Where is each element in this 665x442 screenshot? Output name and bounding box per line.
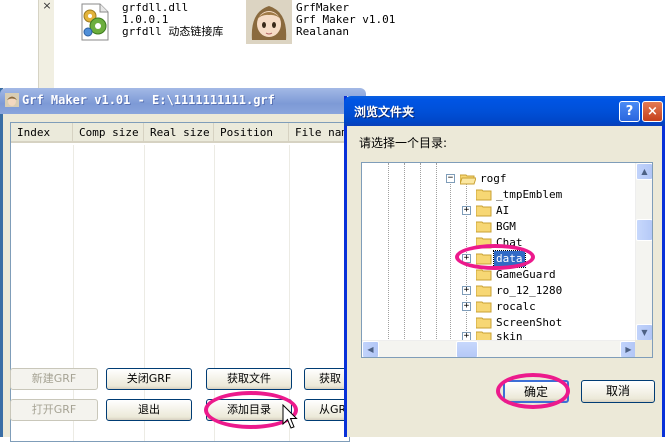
file-item-grfdll[interactable]: grfdll.dll 1.0.0.1 grfdll 动态链接库 xyxy=(76,0,246,46)
tree-expander[interactable]: − xyxy=(446,174,455,183)
file-item-grfmaker[interactable]: GrfMaker Grf Maker v1.01 Realanan xyxy=(246,0,396,46)
tree-item-ro-12-1280[interactable]: + ro_12_1280 xyxy=(462,283,632,299)
get-file-button[interactable]: 获取文件 xyxy=(206,368,292,390)
scroll-corner xyxy=(635,340,652,357)
tree-vertical-scrollbar[interactable]: ▲ ▼ xyxy=(635,163,652,341)
tree-expander[interactable]: + xyxy=(462,302,471,311)
folder-tree[interactable]: − rogf _tmpEmblem + AI BGM Chat + data G… xyxy=(361,162,653,358)
column-header-real-size[interactable]: Real size xyxy=(144,123,214,143)
folder-icon xyxy=(476,189,492,201)
tree-item-tmpemblem[interactable]: _tmpEmblem xyxy=(462,187,632,203)
folder-icon xyxy=(476,205,492,217)
folder-icon xyxy=(476,285,492,297)
file-description: Realanan xyxy=(296,25,349,38)
tree-guide-line xyxy=(388,163,389,341)
column-header-comp-size[interactable]: Comp size xyxy=(73,123,144,143)
explorer-left-pane: × xyxy=(0,0,54,92)
tree-horizontal-scrollbar[interactable]: ◀ ▶ xyxy=(362,340,637,357)
tree-item-label-selected: data xyxy=(493,250,526,268)
tree-item-label: rogf xyxy=(480,172,507,185)
folder-icon xyxy=(476,301,492,313)
tree-item-ai[interactable]: + AI xyxy=(462,203,632,219)
folder-icon xyxy=(476,221,492,233)
explorer-file-view: × grfdll.dll 1.0.0.1 grfdll 动态链接库 GrfMak… xyxy=(0,0,665,92)
tree-item-label: BGM xyxy=(496,220,516,233)
grf-file-list[interactable]: Index Comp size Real size Position File … xyxy=(10,122,350,442)
folder-icon xyxy=(476,317,492,329)
left-pane-close-icon[interactable]: × xyxy=(41,0,53,12)
tree-guide-line xyxy=(436,163,437,341)
tree-item-rogf[interactable]: − rogf xyxy=(446,171,626,187)
left-pane-scrollbar[interactable]: × xyxy=(38,0,54,92)
tree-item-label: rocalc xyxy=(496,300,536,313)
add-directory-button[interactable]: 添加目录 xyxy=(206,399,292,421)
tree-item-label: Chat xyxy=(496,236,523,249)
app-icon xyxy=(5,93,19,107)
tree-item-label: GameGuard xyxy=(496,268,556,281)
from-grf-button[interactable]: 从GR xyxy=(304,399,344,421)
anime-character-app-icon xyxy=(246,0,292,44)
column-header-file-name[interactable]: File nam xyxy=(289,123,351,143)
tree-item-bgm[interactable]: BGM xyxy=(462,219,632,235)
column-divider xyxy=(214,145,215,441)
folder-icon xyxy=(476,237,492,249)
close-button[interactable]: × xyxy=(642,101,663,122)
tree-expander[interactable]: + xyxy=(462,254,471,263)
tree-item-label: _tmpEmblem xyxy=(496,188,563,201)
new-grf-button[interactable]: 新建GRF xyxy=(10,368,98,390)
list-header: Index Comp size Real size Position File … xyxy=(11,123,349,143)
tree-guide-line xyxy=(420,163,421,341)
tree-guide-line xyxy=(404,163,405,341)
grf-window-titlebar[interactable]: Grf Maker v1.01 - E:\1111111111.grf xyxy=(0,88,366,114)
tree-item-label: ro_12_1280 xyxy=(496,284,563,297)
scroll-down-icon[interactable]: ▼ xyxy=(636,324,652,341)
dll-file-icon xyxy=(76,2,114,41)
vertical-scroll-thumb[interactable] xyxy=(636,219,652,241)
column-divider xyxy=(73,145,74,441)
open-grf-button[interactable]: 打开GRF xyxy=(10,399,98,421)
horizontal-scroll-thumb[interactable] xyxy=(456,341,478,357)
column-header-index[interactable]: Index xyxy=(11,123,73,143)
column-divider xyxy=(144,145,145,441)
dialog-titlebar[interactable]: 浏览文件夹 ? × xyxy=(344,96,665,126)
column-header-position[interactable]: Position xyxy=(214,123,289,143)
close-grf-button[interactable]: 关闭GRF xyxy=(106,368,192,390)
cancel-button[interactable]: 取消 xyxy=(581,380,655,403)
open-folder-icon xyxy=(460,174,476,185)
folder-icon xyxy=(476,269,492,281)
get-button[interactable]: 获取 xyxy=(304,368,344,390)
mouse-cursor-icon xyxy=(282,404,298,429)
dialog-prompt: 请选择一个目录: xyxy=(359,136,448,150)
browse-folder-dialog: 浏览文件夹 ? × 请选择一个目录: − rogf _tmpEmblem + A… xyxy=(344,96,665,437)
tree-item-label: AI xyxy=(496,204,510,217)
file-description: grfdll 动态链接库 xyxy=(122,25,224,38)
help-button[interactable]: ? xyxy=(619,101,640,122)
folder-icon xyxy=(476,253,492,265)
exit-button[interactable]: 退出 xyxy=(106,399,192,421)
tree-item-rocalc[interactable]: + rocalc xyxy=(462,299,632,315)
tree-expander[interactable]: + xyxy=(462,206,471,215)
column-divider xyxy=(289,145,290,441)
tree-guide-line xyxy=(450,175,451,341)
tree-item-chat[interactable]: Chat xyxy=(462,235,632,251)
tree-expander[interactable]: + xyxy=(462,286,471,295)
ok-button[interactable]: 确定 xyxy=(503,380,569,403)
tree-item-data[interactable]: + data xyxy=(462,250,632,268)
dialog-title: 浏览文件夹 xyxy=(354,105,415,119)
tree-item-gameguard[interactable]: GameGuard xyxy=(462,267,632,283)
scroll-up-icon[interactable]: ▲ xyxy=(636,163,652,180)
grf-window-title: Grf Maker v1.01 - E:\1111111111.grf xyxy=(22,93,275,107)
scroll-left-icon[interactable]: ◀ xyxy=(362,341,379,357)
